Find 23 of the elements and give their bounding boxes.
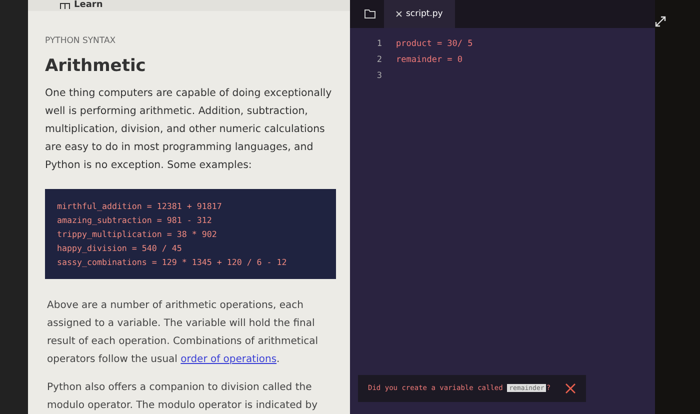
code-line: sassy_combinations = 129 * 1345 + 120 / 6 - 12 <box>57 256 288 270</box>
line-number: 2 <box>376 54 382 67</box>
code-line: mirthful_addition = 12381 + 91817 <box>57 200 223 214</box>
close-icon[interactable] <box>396 11 402 17</box>
code-line: remainder = 0 <box>396 54 463 67</box>
expand-icon[interactable] <box>655 16 666 27</box>
line-number: 1 <box>376 38 382 51</box>
book-icon <box>60 2 70 8</box>
code-line: happy_division = 540 / 45 <box>57 242 183 256</box>
intro-paragraph: One thing computers are capable of doing exceptionally well is performing arithmetic. Addition, subtraction, multiplication, division, and other numeric calculations are easy to do in most programming languages, and Python is no exception. Some examples: <box>45 87 333 174</box>
body-paragraph: Above are a number of arithmetic operations, each assigned to a variable. The variable will hold the final result of each operation. Combinations of arithmetical operators follow the usual order of operations. <box>47 299 320 368</box>
close-icon[interactable] <box>564 383 576 394</box>
editor-tab[interactable]: script.py <box>384 0 455 28</box>
body-paragraph: Python also offers a companion to division called the modulo operator. The modulo operator is indicated by <box>47 381 319 414</box>
code-line: amazing_subtraction = 981 - 312 <box>57 214 213 228</box>
line-number: 3 <box>376 70 382 83</box>
lesson-category: PYTHON SYNTAX <box>45 35 117 48</box>
lesson-title: Arithmetic <box>45 54 147 78</box>
order-of-operations-link[interactable]: order of operations <box>180 354 277 366</box>
header-title[interactable]: Learn <box>74 0 103 11</box>
code-line: trippy_multiplication = 38 * 902 <box>57 228 218 242</box>
code-line: product = 30/ 5 <box>396 38 473 51</box>
folder-icon[interactable] <box>364 9 376 19</box>
